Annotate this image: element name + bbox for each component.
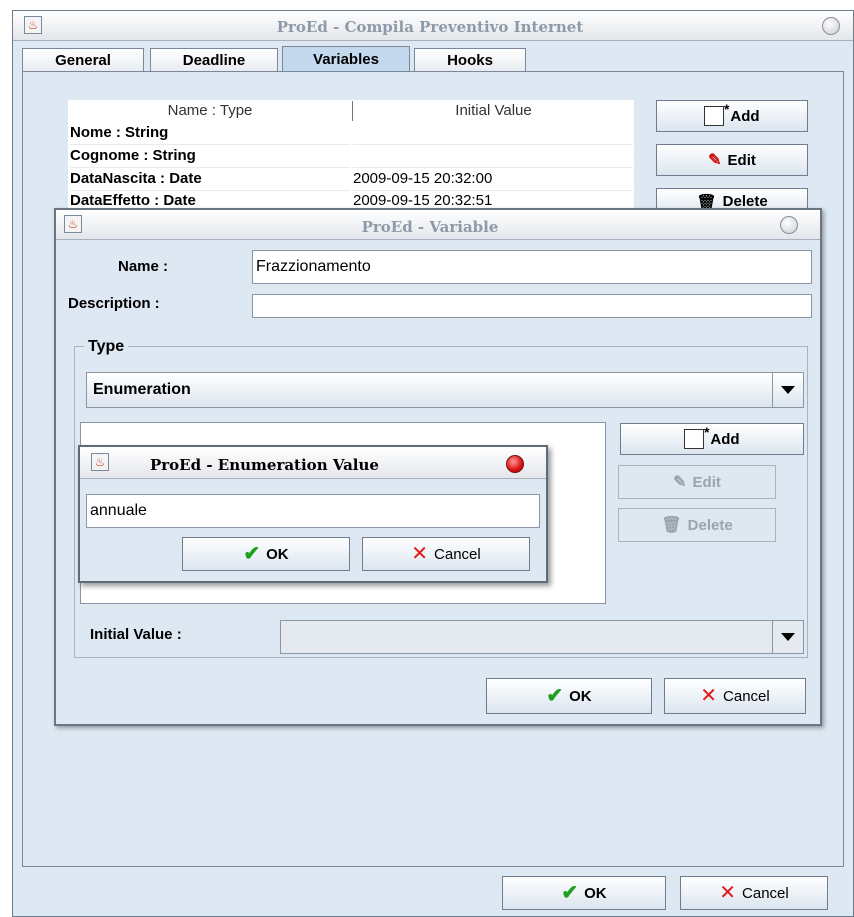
chevron-down-icon[interactable] bbox=[772, 373, 803, 407]
close-icon: ✕ bbox=[411, 543, 429, 565]
main-ok-button[interactable]: ✔ OK bbox=[502, 876, 666, 910]
add-icon bbox=[684, 424, 709, 449]
java-app-icon: ♨ bbox=[24, 16, 42, 34]
edit-icon: ✎ bbox=[673, 474, 687, 491]
enum-ok-button[interactable]: ✔ OK bbox=[182, 537, 350, 571]
enum-dialog-title: ProEd - Enumeration Value bbox=[150, 456, 379, 474]
cell-value: 2009-09-15 20:32:00 bbox=[353, 168, 633, 191]
cell-name: Cognome : String bbox=[70, 145, 350, 168]
close-icon: ✕ bbox=[700, 685, 718, 707]
cell-name: DataNascita : Date bbox=[70, 168, 350, 191]
add-icon bbox=[704, 101, 729, 126]
edit-enum-value-button[interactable]: ✎ Edit bbox=[618, 465, 776, 499]
checkmark-icon: ✔ bbox=[243, 543, 261, 565]
tab-variables[interactable]: Variables bbox=[282, 46, 410, 72]
variable-ok-button[interactable]: ✔ OK bbox=[486, 678, 652, 714]
checkmark-icon: ✔ bbox=[561, 882, 579, 904]
initial-value-select[interactable] bbox=[280, 620, 804, 654]
tab-hooks[interactable]: Hooks bbox=[414, 48, 526, 72]
description-label: Description : bbox=[68, 295, 160, 312]
type-group-label: Type bbox=[84, 338, 129, 356]
delete-enum-value-button[interactable]: 🗑 Delete bbox=[618, 508, 776, 542]
tab-deadline[interactable]: Deadline bbox=[150, 48, 278, 72]
name-label: Name : bbox=[118, 258, 169, 275]
checkmark-icon: ✔ bbox=[546, 685, 564, 707]
cell-value: 2009-09-15 20:32:51 bbox=[353, 190, 633, 206]
column-header-name-type[interactable]: Name : Type bbox=[68, 102, 352, 119]
window-close-icon[interactable] bbox=[780, 216, 798, 234]
variable-dialog-title: ProEd - Variable bbox=[361, 218, 499, 236]
type-select-value: Enumeration bbox=[93, 381, 191, 398]
cell-value bbox=[353, 145, 633, 168]
column-header-initial-value[interactable]: Initial Value bbox=[353, 102, 634, 119]
cell-value bbox=[353, 122, 633, 145]
name-input[interactable]: Frazzionamento bbox=[252, 250, 812, 284]
edit-icon: ✎ bbox=[708, 152, 722, 169]
main-window-title: ProEd - Compila Preventivo Internet bbox=[276, 18, 584, 36]
chevron-down-icon[interactable] bbox=[772, 621, 803, 653]
add-enum-value-button[interactable]: Add bbox=[620, 423, 804, 455]
window-close-icon[interactable] bbox=[822, 17, 840, 35]
main-cancel-button[interactable]: ✕ Cancel bbox=[680, 876, 828, 910]
java-app-icon: ♨ bbox=[91, 453, 109, 471]
tab-general[interactable]: General bbox=[22, 48, 144, 72]
enum-value-input[interactable]: annuale bbox=[86, 494, 540, 528]
window-close-icon[interactable] bbox=[506, 455, 524, 473]
java-app-icon: ♨ bbox=[64, 215, 82, 233]
initial-value-label: Initial Value : bbox=[90, 626, 182, 643]
description-input[interactable] bbox=[252, 294, 812, 318]
edit-variable-button[interactable]: ✎ Edit bbox=[656, 144, 808, 176]
enum-cancel-button[interactable]: ✕ Cancel bbox=[362, 537, 530, 571]
cell-name: DataEffetto : Date bbox=[70, 190, 350, 206]
type-select[interactable]: Enumeration bbox=[86, 372, 804, 408]
variable-cancel-button[interactable]: ✕ Cancel bbox=[664, 678, 806, 714]
close-icon: ✕ bbox=[719, 882, 737, 904]
add-variable-button[interactable]: Add bbox=[656, 100, 808, 132]
cell-name: Nome : String bbox=[70, 122, 350, 145]
trash-icon: 🗑 bbox=[661, 517, 682, 534]
table-row[interactable]: DataEffetto : Date 2009-09-15 20:32:51 bbox=[68, 190, 634, 206]
